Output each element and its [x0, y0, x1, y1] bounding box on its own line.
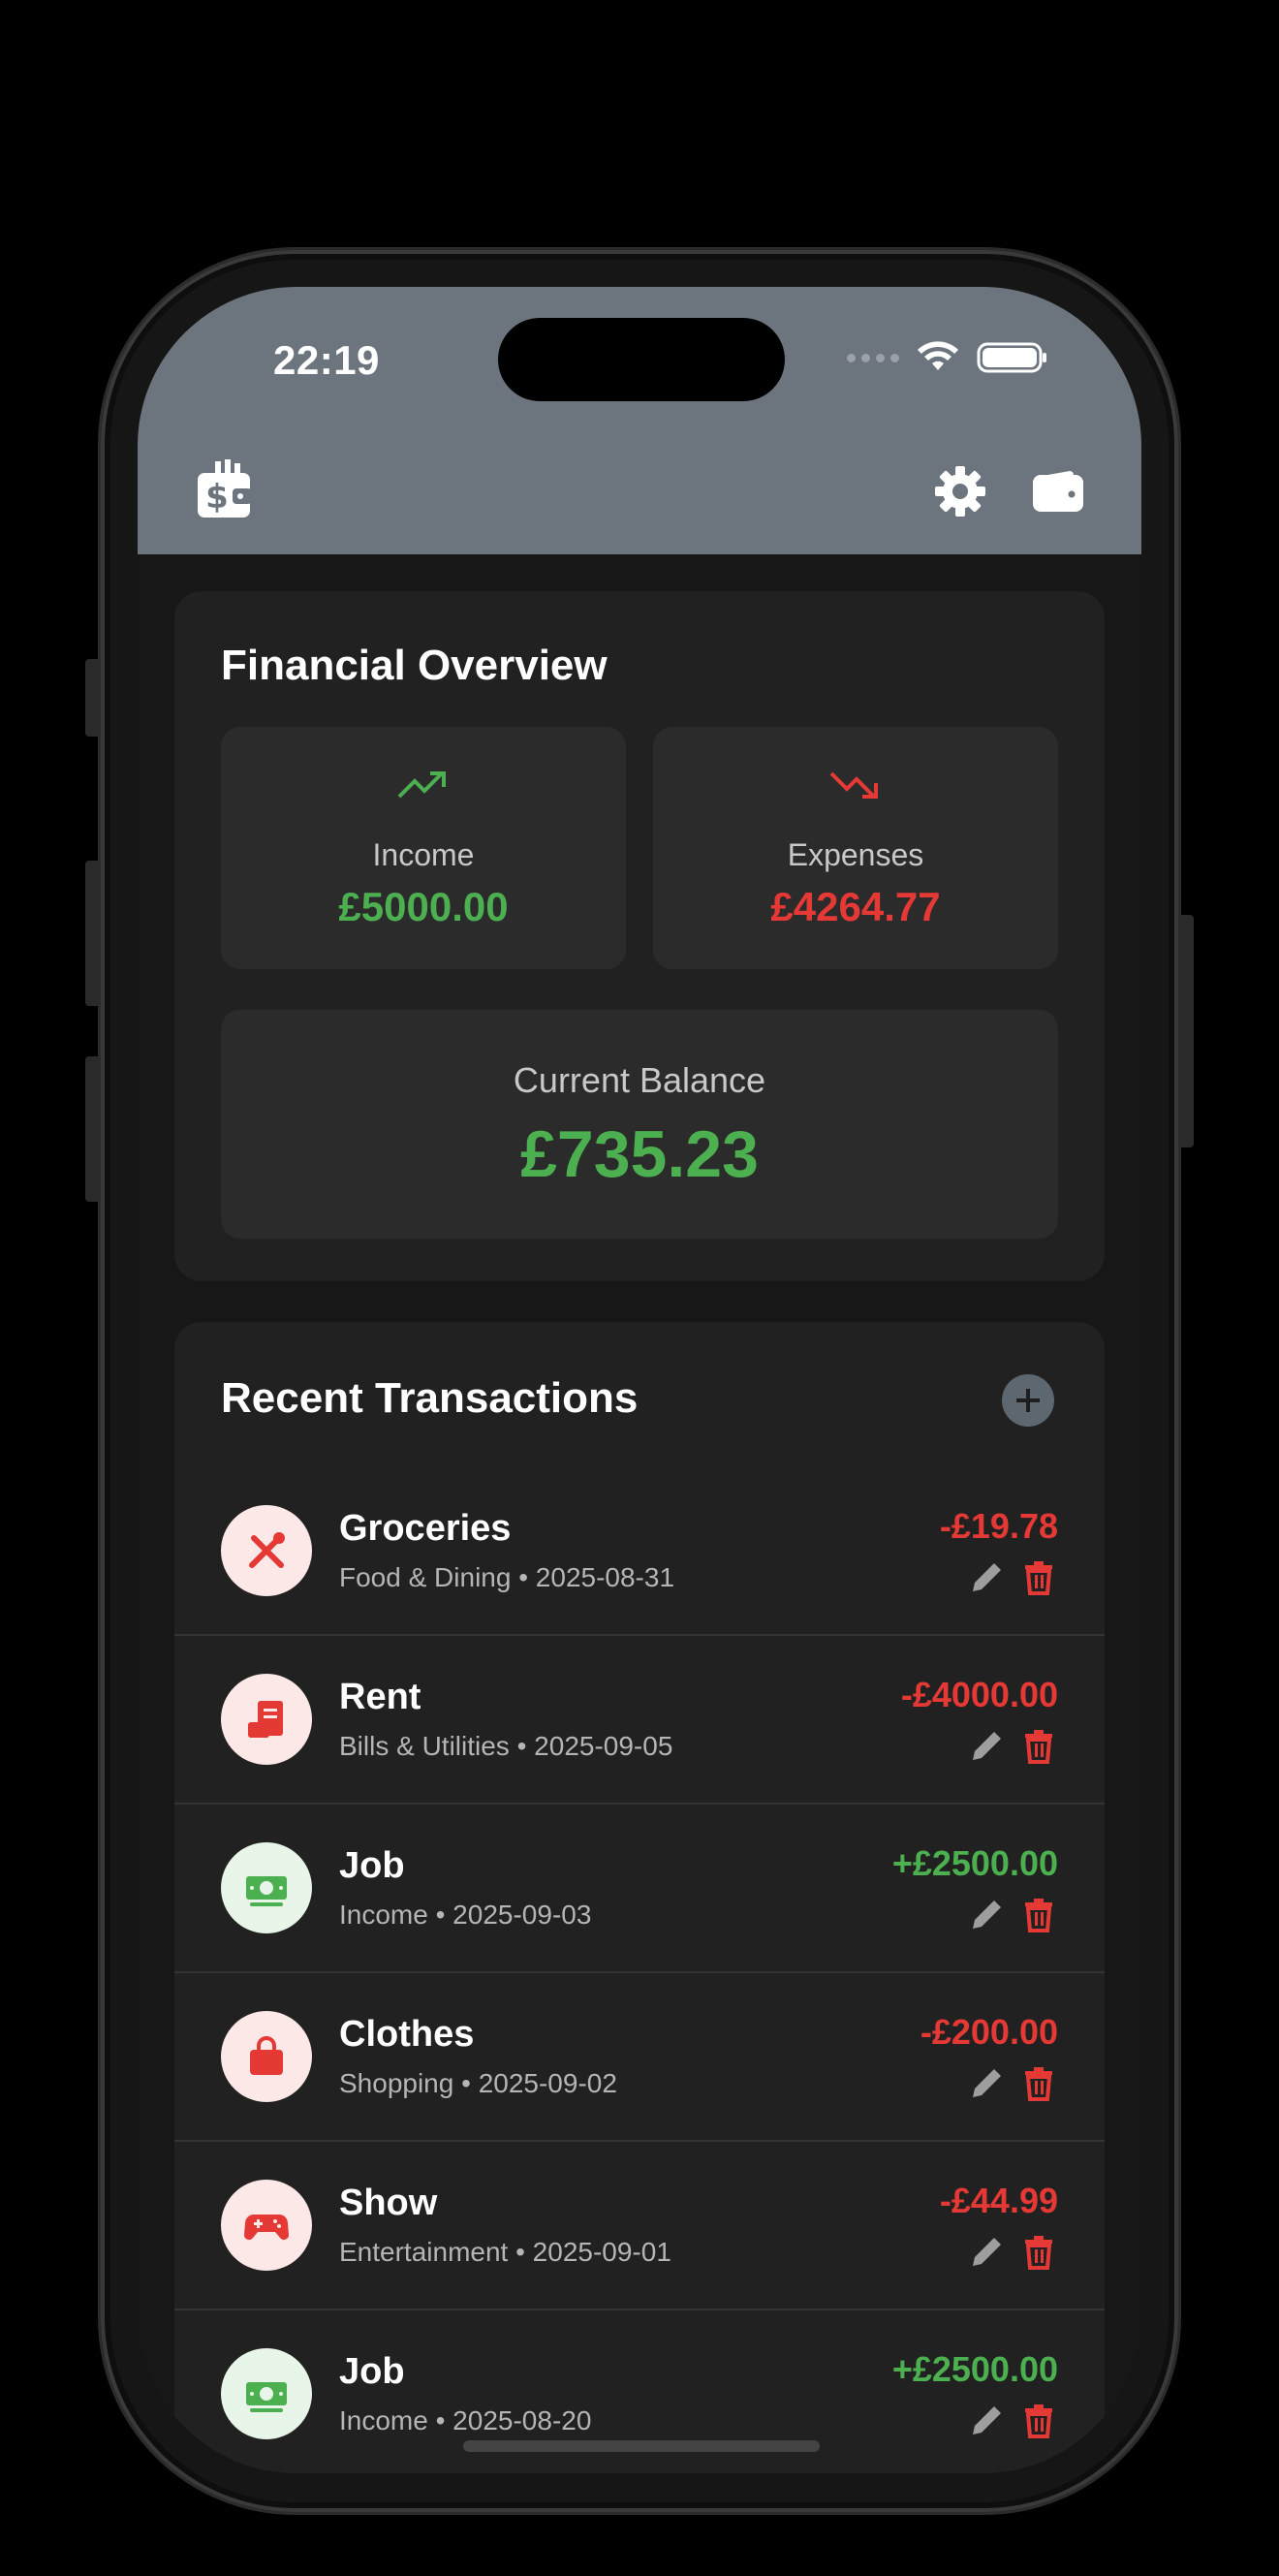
transaction-meta: Bills & Utilities • 2025-09-05	[339, 1731, 673, 1761]
transaction-meta: Shopping • 2025-09-02	[339, 2068, 617, 2098]
transaction-amount: +£2500.00	[891, 2349, 1058, 2389]
recent-transactions-card: Recent Transactions Groceries Food & Din…	[174, 1322, 1105, 2473]
status-time: 22:19	[273, 337, 380, 383]
svg-text:$: $	[205, 478, 229, 517]
trash-icon[interactable]	[1021, 1729, 1056, 1764]
signal-dots-icon	[847, 353, 899, 362]
trash-icon[interactable]	[1021, 1898, 1056, 1932]
edit-icon[interactable]	[969, 2066, 1004, 2101]
home-indicator[interactable]	[463, 2440, 820, 2452]
transaction-name: Job	[339, 1845, 405, 1886]
balance-value: £735.23	[520, 1117, 759, 1191]
trash-icon[interactable]	[1021, 2403, 1056, 2438]
add-transaction-button[interactable]	[1002, 1374, 1054, 1427]
edit-icon[interactable]	[969, 1898, 1004, 1932]
transaction-meta: Income • 2025-09-03	[339, 1900, 592, 1930]
transaction-name: Groceries	[339, 1508, 512, 1549]
utensils-icon	[221, 1505, 312, 1596]
dynamic-island	[498, 318, 785, 401]
transaction-row[interactable]: Clothes Shopping • 2025-09-02 -£200.00	[174, 1973, 1105, 2142]
transaction-name: Rent	[339, 1677, 421, 1717]
battery-icon	[977, 342, 1046, 373]
income-label: Income	[372, 837, 475, 872]
app-header: 22:19 $	[138, 287, 1141, 554]
transaction-amount: -£44.99	[939, 2181, 1058, 2220]
expenses-label: Expenses	[787, 837, 924, 872]
income-stat: Income £5000.00	[221, 727, 626, 969]
transactions-title: Recent Transactions	[221, 1374, 639, 1422]
overview-title: Financial Overview	[221, 642, 608, 689]
gear-icon[interactable]	[934, 465, 986, 522]
gamepad-icon	[221, 2180, 312, 2271]
financial-overview-card: Financial Overview Income £5000.00 Expen…	[174, 591, 1105, 1281]
wallet-dollar-icon[interactable]: $	[196, 459, 254, 526]
transaction-list: Groceries Food & Dining • 2025-08-31 -£1…	[174, 1467, 1105, 2473]
edit-icon[interactable]	[969, 2235, 1004, 2270]
expenses-stat: Expenses £4264.77	[653, 727, 1058, 969]
transaction-meta: Entertainment • 2025-09-01	[339, 2237, 671, 2267]
power-button	[1176, 915, 1194, 1147]
transaction-amount: -£200.00	[920, 2012, 1058, 2052]
transaction-amount: -£4000.00	[900, 1675, 1058, 1714]
receipt-icon	[221, 1674, 312, 1765]
wifi-icon	[918, 341, 958, 370]
transaction-meta: Income • 2025-08-20	[339, 2405, 592, 2435]
app-screen: 22:19 $ Financial Overview Income £5000.…	[138, 287, 1141, 2473]
plus-icon	[1016, 1389, 1040, 1412]
wallet-icon[interactable]	[1031, 469, 1085, 518]
trending-down-icon	[829, 771, 878, 799]
edit-icon[interactable]	[969, 1729, 1004, 1764]
income-value: £5000.00	[338, 884, 509, 929]
expenses-value: £4264.77	[770, 884, 941, 929]
transaction-row[interactable]: Show Entertainment • 2025-09-01 -£44.99	[174, 2142, 1105, 2310]
trending-up-icon	[397, 771, 446, 799]
trash-icon[interactable]	[1021, 2235, 1056, 2270]
transaction-row[interactable]: Rent Bills & Utilities • 2025-09-05 -£40…	[174, 1636, 1105, 1805]
trash-icon[interactable]	[1021, 2066, 1056, 2101]
transaction-amount: -£19.78	[939, 1506, 1058, 1546]
edit-icon[interactable]	[969, 1560, 1004, 1595]
transaction-name: Job	[339, 2351, 405, 2392]
transaction-meta: Food & Dining • 2025-08-31	[339, 1562, 675, 1592]
money-icon	[221, 2348, 312, 2439]
current-balance: Current Balance £735.23	[221, 1010, 1058, 1239]
transaction-row[interactable]: Groceries Food & Dining • 2025-08-31 -£1…	[174, 1467, 1105, 1636]
balance-label: Current Balance	[513, 1060, 766, 1100]
edit-icon[interactable]	[969, 2403, 1004, 2438]
trash-icon[interactable]	[1021, 1560, 1056, 1595]
money-icon	[221, 1842, 312, 1933]
status-indicators	[847, 341, 1048, 374]
transaction-name: Clothes	[339, 2014, 475, 2055]
transaction-row[interactable]: Job Income • 2025-09-03 +£2500.00	[174, 1805, 1105, 1973]
shopping-bag-icon	[221, 2011, 312, 2102]
transaction-name: Show	[339, 2183, 438, 2223]
transaction-amount: +£2500.00	[891, 1843, 1058, 1883]
